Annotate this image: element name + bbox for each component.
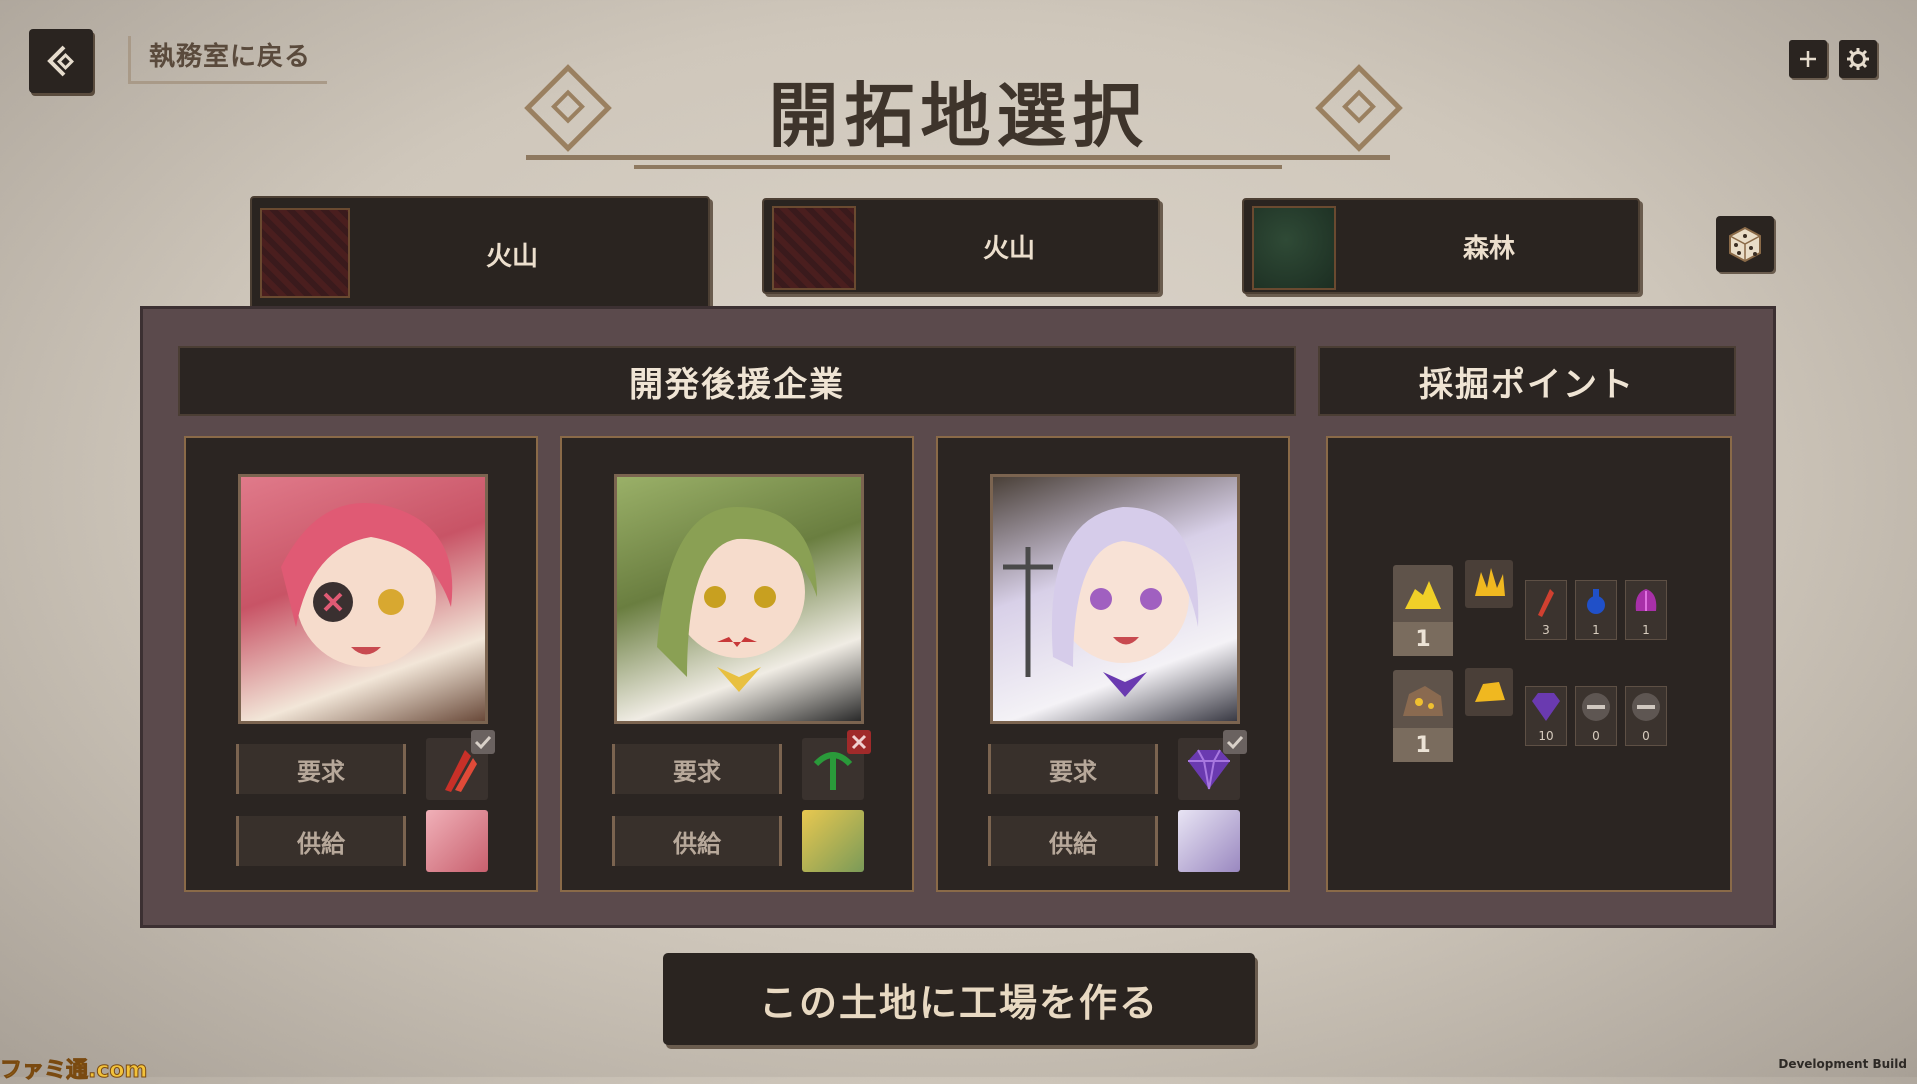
gold-ore-icon (1393, 565, 1453, 625)
supply-character-icon (802, 810, 864, 872)
supply-label: 供給 (236, 816, 406, 866)
mining-count: 1 (1393, 622, 1453, 656)
build-factory-button[interactable]: この土地に工場を作る (663, 953, 1255, 1045)
title-divider-sub (634, 165, 1282, 169)
volcano-thumbnail (260, 208, 350, 298)
region-label: 火山 (485, 241, 538, 272)
companies-header: 開発後援企業 (178, 346, 1296, 416)
empty-icon (1582, 693, 1610, 721)
gear-icon (1847, 48, 1869, 70)
resource-slot: 1 (1575, 580, 1617, 640)
empty-icon (1632, 693, 1660, 721)
company-portrait (614, 474, 864, 724)
company-card[interactable]: 要求 供給 (184, 436, 538, 892)
page-title: 開拓地選択 (768, 75, 1149, 157)
resource-slot: 1 (1625, 580, 1667, 640)
random-button[interactable] (1716, 216, 1774, 272)
mining-header: 採掘ポイント (1318, 346, 1736, 416)
company-portrait (238, 474, 488, 724)
supply-label: 供給 (612, 816, 782, 866)
company-card[interactable]: 要求 供給 (560, 436, 914, 892)
red-crystal-icon (1538, 589, 1554, 617)
blue-potion-icon (1587, 589, 1605, 614)
plus-icon (1800, 51, 1816, 67)
purple-gem-icon (1532, 693, 1560, 721)
region-label: 火山 (982, 233, 1035, 264)
company-portrait (990, 474, 1240, 724)
company-card[interactable]: 要求 供給 (936, 436, 1290, 892)
mining-panel (1326, 436, 1732, 892)
supply-character-icon (1178, 810, 1240, 872)
dice-icon (1729, 226, 1761, 263)
region-tab-2[interactable]: 火山 (762, 198, 1160, 294)
check-badge-icon (471, 730, 495, 754)
supply-label: 供給 (988, 816, 1158, 866)
region-tab-3[interactable]: 森林 (1242, 198, 1640, 294)
settings-button[interactable] (1839, 40, 1877, 78)
cross-badge-icon (847, 730, 871, 754)
region-label: 森林 (1462, 233, 1515, 264)
volcano-thumbnail (772, 206, 856, 290)
plus-button[interactable] (1789, 40, 1827, 78)
check-badge-icon (1223, 730, 1247, 754)
require-label: 要求 (988, 744, 1158, 794)
resource-slot: 0 (1575, 686, 1617, 746)
require-label: 要求 (236, 744, 406, 794)
build-tag: Development Build (1778, 1057, 1907, 1071)
supply-character-icon (426, 810, 488, 872)
require-label: 要求 (612, 744, 782, 794)
mining-count: 1 (1393, 728, 1453, 762)
resource-slot: 0 (1625, 686, 1667, 746)
resource-slot: 10 (1525, 686, 1567, 746)
title-divider (526, 155, 1390, 160)
ore-rock-icon (1393, 670, 1453, 730)
forest-thumbnail (1252, 206, 1336, 290)
gold-cluster-icon (1465, 560, 1513, 608)
purple-flower-icon (1635, 589, 1657, 611)
region-tab-1[interactable]: 火山 (250, 196, 710, 312)
watermark-logo: ファミ通.com (0, 1058, 148, 1084)
gold-nugget-icon (1465, 668, 1513, 716)
resource-slot: 3 (1525, 580, 1567, 640)
